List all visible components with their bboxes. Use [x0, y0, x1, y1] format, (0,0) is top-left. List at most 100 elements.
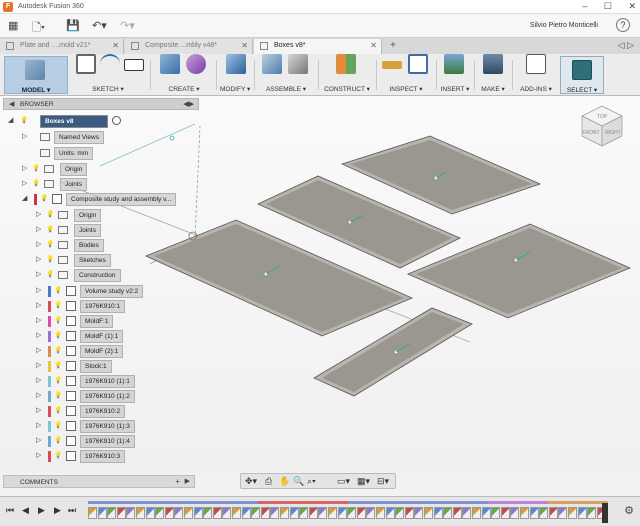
tree-item-label[interactable]: Sketches — [74, 254, 111, 267]
timeline-feature-icon[interactable] — [433, 507, 443, 519]
timeline-feature-icon[interactable] — [481, 507, 491, 519]
timeline-feature-icon[interactable] — [251, 507, 261, 519]
data-panel-icon[interactable]: ▦ — [8, 19, 18, 32]
look-at-icon[interactable]: ⎙ — [265, 476, 272, 487]
expand-caret-icon[interactable]: ▷ — [36, 421, 41, 429]
tree-item-label[interactable]: Joints — [74, 224, 101, 237]
expand-caret-icon[interactable]: ◢ — [8, 116, 13, 124]
sketch-line-icon[interactable] — [100, 54, 120, 74]
tree-item-label[interactable]: 1976K910:2 — [80, 405, 126, 418]
timeline-feature-icon[interactable] — [548, 507, 558, 519]
expand-caret-icon[interactable]: ◢ — [22, 194, 27, 202]
visibility-bulb-icon[interactable]: 💡 — [54, 346, 62, 356]
undo-icon[interactable]: ↶▾ — [92, 19, 107, 32]
visibility-bulb-icon[interactable]: 💡 — [54, 301, 62, 311]
user-name[interactable]: Silvio Pietro Monticelli — [530, 22, 598, 29]
timeline-feature-icon[interactable] — [443, 507, 453, 519]
expand-caret-icon[interactable]: ▷ — [36, 331, 41, 339]
minimize-icon[interactable]: – — [582, 1, 587, 11]
timeline-play-icon[interactable]: ▶ — [38, 505, 45, 516]
timeline-end-icon[interactable]: ⏭ — [68, 505, 76, 516]
visibility-bulb-icon[interactable]: 💡 — [54, 316, 62, 326]
new-component-icon[interactable] — [262, 54, 282, 74]
tree-root-row[interactable]: ◢ 💡 Boxes v8 — [8, 115, 128, 128]
make-group[interactable]: MAKE ▾ — [478, 54, 508, 96]
timeline-feature-icon[interactable] — [164, 507, 174, 519]
timeline-start-icon[interactable]: ⏮ — [6, 505, 14, 516]
select-menu[interactable]: SELECT ▾ — [561, 86, 603, 94]
timeline-feature-icon[interactable] — [404, 507, 414, 519]
create-menu[interactable]: CREATE ▾ — [156, 85, 212, 93]
timeline-feature-icon[interactable] — [260, 507, 270, 519]
timeline-back-icon[interactable]: ◀ — [22, 505, 29, 516]
timeline-feature-icon[interactable] — [126, 507, 136, 519]
timeline-feature-icon[interactable] — [184, 507, 193, 519]
insert-menu[interactable]: INSERT ▾ — [440, 85, 470, 93]
tree-item-label[interactable]: Bodies — [74, 239, 104, 252]
visibility-bulb-icon[interactable]: 💡 — [54, 391, 62, 401]
collapse-arrow-icon[interactable]: ◀ — [9, 100, 14, 108]
timeline-forward-icon[interactable]: ▶ — [54, 505, 61, 516]
tree-item-label[interactable]: Units: mm — [54, 147, 94, 160]
insert-group[interactable]: INSERT ▾ — [440, 54, 470, 96]
visibility-bulb-icon[interactable]: 💡 — [46, 240, 54, 250]
timeline-feature-icon[interactable] — [520, 507, 529, 519]
3d-print-icon[interactable] — [483, 54, 503, 74]
visibility-bulb-icon[interactable]: 💡 — [40, 194, 48, 204]
timeline-feature-icon[interactable] — [587, 507, 597, 519]
timeline-marker[interactable] — [602, 503, 608, 523]
visibility-bulb-icon[interactable]: 💡 — [54, 286, 62, 296]
timeline-feature-icon[interactable] — [308, 507, 318, 519]
visibility-bulb-icon[interactable]: 💡 — [46, 225, 54, 235]
timeline-feature-icon[interactable] — [88, 507, 97, 519]
visibility-bulb-icon[interactable]: 💡 — [46, 270, 54, 280]
create-sketch-icon[interactable] — [76, 54, 96, 74]
expand-caret-icon[interactable]: ▷ — [36, 225, 41, 233]
form-icon[interactable] — [186, 54, 206, 74]
tab-composite-assembly[interactable]: Composite....mbly v48* ✕ — [125, 39, 253, 54]
visibility-bulb-icon[interactable]: 💡 — [54, 331, 62, 341]
expand-caret-icon[interactable]: ▷ — [36, 376, 41, 384]
visibility-bulb-icon[interactable]: 💡 — [54, 451, 62, 461]
timeline-feature-icon[interactable] — [155, 507, 165, 519]
expand-caret-icon[interactable]: ▷ — [36, 391, 41, 399]
measure-icon[interactable] — [382, 61, 402, 69]
tree-item-label[interactable]: Origin — [74, 209, 102, 222]
tree-item-label[interactable]: 1976K910 (1):4 — [80, 435, 135, 448]
timeline-feature-icon[interactable] — [500, 507, 510, 519]
section-analysis-icon[interactable] — [408, 54, 428, 74]
expand-caret-icon[interactable]: ▷ — [22, 179, 27, 187]
expand-caret-icon[interactable]: ▷ — [36, 406, 41, 414]
expand-caret-icon[interactable]: ▷ — [36, 270, 41, 278]
visibility-bulb-icon[interactable]: 💡 — [20, 116, 28, 126]
orbit-icon[interactable]: ✥▾ — [245, 476, 257, 487]
timeline-feature-icon[interactable] — [107, 507, 117, 519]
sketch-menu[interactable]: SKETCH ▾ — [72, 85, 144, 93]
viewcube-front-label[interactable]: FRONT — [582, 130, 599, 136]
timeline-feature-icon[interactable] — [491, 507, 501, 519]
tree-item-label[interactable]: Construction — [74, 269, 121, 282]
sketch-group[interactable]: SKETCH ▾ — [72, 54, 144, 96]
timeline-feature-icon[interactable] — [395, 507, 405, 519]
expand-caret-icon[interactable]: ▷ — [36, 316, 41, 324]
close-icon[interactable]: ✕ — [628, 1, 636, 11]
add-comment-button[interactable]: + — [175, 477, 180, 486]
make-menu[interactable]: MAKE ▾ — [478, 85, 508, 93]
expand-caret-icon[interactable]: ▷ — [22, 132, 27, 140]
timeline-feature-icon[interactable] — [568, 507, 577, 519]
expand-caret-icon[interactable]: ▷ — [36, 240, 41, 248]
construct-group[interactable]: CONSTRUCT ▾ — [322, 54, 372, 96]
viewports-icon[interactable]: ⊟▾ — [377, 476, 389, 487]
visibility-bulb-icon[interactable]: 💡 — [54, 376, 62, 386]
activate-radio-icon[interactable] — [112, 116, 121, 125]
timeline-feature-icon[interactable] — [232, 507, 241, 519]
expand-caret-icon[interactable]: ▷ — [36, 255, 41, 263]
rectangle-icon[interactable] — [124, 59, 144, 71]
timeline-feature-icon[interactable] — [366, 507, 376, 519]
zoom-icon[interactable]: 🔍 — [293, 476, 304, 487]
timeline-feature-icon[interactable] — [241, 507, 251, 519]
timeline-feature-icon[interactable] — [222, 507, 232, 519]
viewcube-top-label[interactable]: TOP — [597, 114, 608, 120]
new-tab-icon[interactable]: + — [390, 40, 396, 51]
tree-item-label[interactable]: Joints — [60, 178, 87, 191]
